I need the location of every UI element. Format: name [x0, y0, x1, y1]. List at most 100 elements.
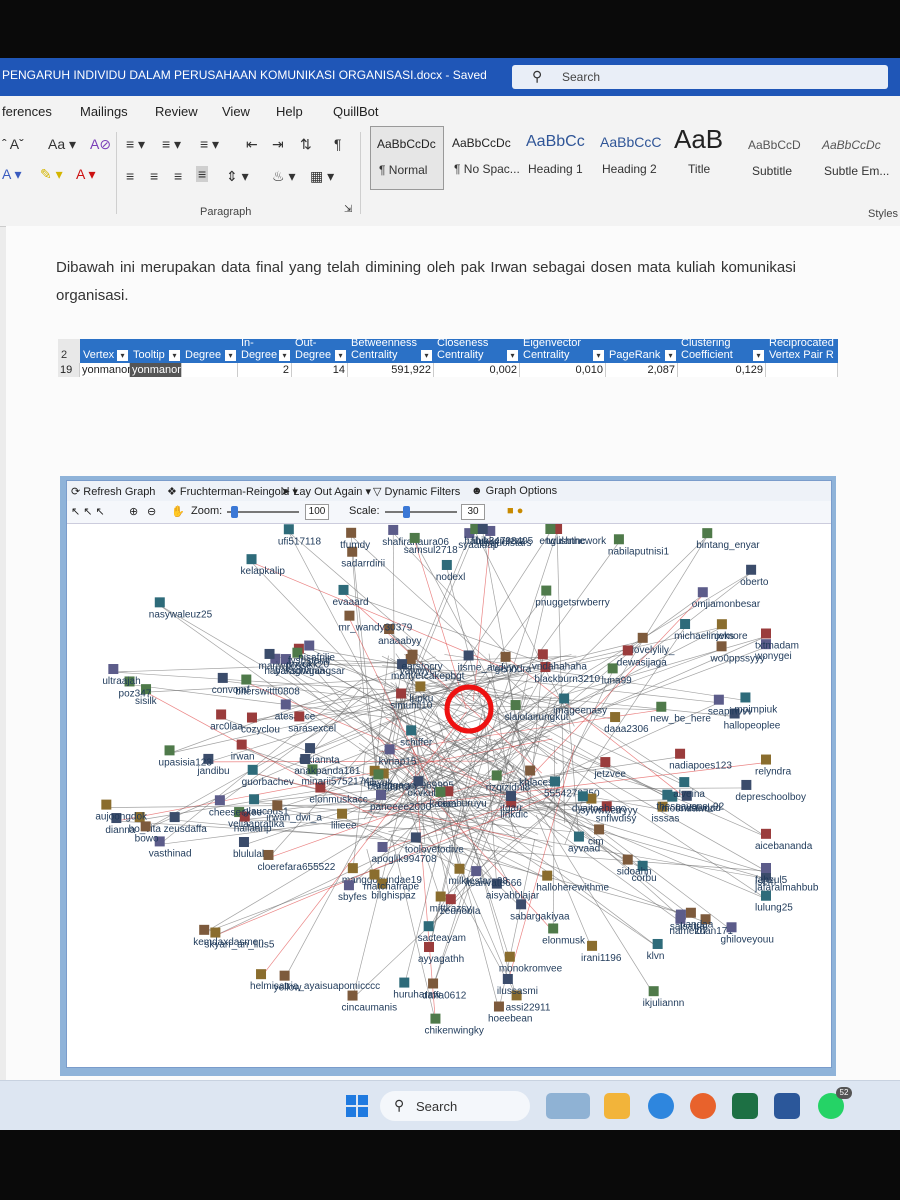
graph-node-avatar[interactable] — [369, 869, 380, 880]
graph-node-avatar[interactable] — [241, 674, 252, 685]
graph-node-avatar[interactable] — [761, 754, 771, 765]
highlight-icon[interactable]: ✎ ▾ — [40, 166, 63, 183]
lay-out-again-button[interactable]: ➤ Lay Out Again ▾ — [281, 485, 371, 498]
filter-dropdown-icon[interactable]: ▾ — [421, 350, 432, 361]
graph-node-avatar[interactable] — [477, 524, 488, 534]
filter-dropdown-icon[interactable]: ▾ — [593, 350, 604, 361]
graph-node-avatar[interactable] — [680, 619, 691, 630]
graph-node-avatar[interactable] — [154, 597, 165, 608]
filter-dropdown-icon[interactable]: ▾ — [169, 350, 180, 361]
graph-node-avatar[interactable] — [716, 619, 727, 630]
cell-in-degree[interactable]: 2 — [238, 363, 292, 377]
cell-reciprocated[interactable] — [766, 363, 838, 377]
graph-node-avatar[interactable] — [101, 799, 112, 810]
graph-node-avatar[interactable] — [637, 632, 648, 643]
graph-node-avatar[interactable] — [500, 651, 511, 662]
graph-node-avatar[interactable] — [424, 942, 435, 953]
graph-node-avatar[interactable] — [415, 681, 426, 692]
graph-node-avatar[interactable] — [164, 745, 175, 756]
style-heading-1[interactable]: AaBbCc Heading 1 — [520, 126, 592, 188]
graph-node-avatar[interactable] — [108, 664, 119, 675]
graph-node-avatar[interactable] — [510, 700, 521, 711]
cell-pagerank[interactable]: 2,087 — [606, 363, 678, 377]
graph-node-avatar[interactable] — [463, 650, 474, 661]
graph-node-avatar[interactable] — [305, 743, 316, 754]
filter-dropdown-icon[interactable]: ▾ — [117, 350, 128, 361]
shading-icon[interactable]: ♨ ▾ — [272, 168, 295, 185]
menu-references[interactable]: ferences — [2, 104, 52, 119]
graph-node-avatar[interactable] — [761, 862, 771, 873]
graph-node-avatar[interactable] — [409, 532, 420, 543]
graph-node-avatar[interactable] — [294, 711, 305, 722]
cell-clustering[interactable]: 0,129 — [678, 363, 766, 377]
graph-node-avatar[interactable] — [246, 712, 257, 723]
graph-node-avatar[interactable] — [384, 744, 395, 755]
style-normal[interactable]: AaBbCcDc ¶ Normal — [370, 126, 444, 190]
multilevel-list-icon[interactable]: ≡ ▾ — [200, 136, 219, 153]
graph-node-avatar[interactable] — [346, 527, 357, 538]
filter-dropdown-icon[interactable]: ▾ — [665, 350, 676, 361]
graph-node-avatar[interactable] — [388, 524, 399, 535]
graph-node-avatar[interactable] — [542, 870, 553, 881]
graph-node-avatar[interactable] — [247, 764, 258, 775]
graph-node-avatar[interactable] — [407, 649, 418, 660]
graph-node-avatar[interactable] — [541, 585, 552, 596]
graph-node-avatar[interactable] — [280, 699, 291, 710]
graph-options-button[interactable]: ☻ Graph Options — [471, 485, 557, 497]
graph-node-avatar[interactable] — [454, 863, 465, 874]
filter-dropdown-icon[interactable]: ▾ — [753, 350, 764, 361]
graph-node-avatar[interactable] — [246, 554, 257, 565]
justify-icon[interactable]: ≡ — [196, 166, 209, 182]
graph-node-avatar[interactable] — [702, 528, 713, 539]
graph-node-avatar[interactable] — [741, 779, 752, 790]
graph-node-avatar[interactable] — [594, 824, 605, 835]
edge-browser-icon[interactable] — [648, 1093, 674, 1119]
graph-node-avatar[interactable] — [679, 777, 690, 788]
filter-dropdown-icon[interactable]: ▾ — [225, 350, 236, 361]
graph-node-avatar[interactable] — [214, 795, 225, 806]
graph-node-avatar[interactable] — [761, 628, 771, 639]
graph-node-avatar[interactable] — [300, 754, 311, 765]
decrease-indent-icon[interactable]: ⇤ — [246, 136, 258, 153]
increase-indent-icon[interactable]: ⇥ — [272, 136, 284, 153]
graph-node-avatar[interactable] — [491, 770, 502, 781]
graph-node-avatar[interactable] — [600, 757, 611, 768]
graph-node-avatar[interactable] — [435, 786, 446, 797]
cell-vertex[interactable]: yonmanor — [80, 363, 131, 377]
firefox-icon[interactable] — [690, 1093, 716, 1119]
graph-node-avatar[interactable] — [716, 641, 727, 652]
graph-node-avatar[interactable] — [586, 793, 597, 804]
layout-dropdown[interactable]: ❖ Fruchterman-Reingold ▾ — [167, 485, 298, 498]
graph-node-avatar[interactable] — [471, 866, 482, 877]
graph-node-avatar[interactable] — [344, 610, 355, 621]
graph-node-avatar[interactable] — [525, 765, 536, 776]
bullets-icon[interactable]: ≡ ▾ — [126, 136, 145, 153]
change-case-button[interactable]: Aa ▾ — [48, 136, 76, 153]
graph-node-avatar[interactable] — [656, 701, 667, 712]
hand-tool-icon[interactable]: ✋ — [171, 505, 185, 518]
taskbar-search[interactable]: ⚲ Search — [380, 1091, 530, 1121]
graph-node-avatar[interactable] — [236, 739, 247, 750]
graph-node-avatar[interactable] — [559, 693, 570, 704]
filter-dropdown-icon[interactable]: ▾ — [335, 350, 346, 361]
graph-node-avatar[interactable] — [272, 800, 283, 811]
cell-closeness[interactable]: 0,002 — [434, 363, 520, 377]
select-tool-icon[interactable]: ↖ ↖ ↖ — [71, 505, 105, 518]
graph-node-avatar[interactable] — [675, 909, 686, 920]
font-shrink-button[interactable]: ˆ Aˇ — [2, 136, 24, 152]
cell-betweenness[interactable]: 591,922 — [348, 363, 434, 377]
graph-node-avatar[interactable] — [256, 969, 267, 980]
graph-node-avatar[interactable] — [283, 524, 294, 535]
graph-node-avatar[interactable] — [238, 837, 249, 848]
graph-node-avatar[interactable] — [264, 648, 275, 659]
graph-node-avatar[interactable] — [502, 973, 513, 984]
align-left-icon[interactable]: ≡ — [126, 168, 134, 184]
align-center-icon[interactable]: ≡ — [150, 168, 158, 184]
graph-node-avatar[interactable] — [740, 692, 751, 703]
cell-tooltip[interactable]: yonmanor — [130, 363, 182, 377]
menu-help[interactable]: Help — [276, 104, 303, 119]
text-effects-button[interactable]: A ▾ — [2, 166, 21, 183]
graph-node-avatar[interactable] — [504, 951, 515, 962]
filter-dropdown-icon[interactable]: ▾ — [279, 350, 290, 361]
graph-node-avatar[interactable] — [216, 709, 227, 720]
